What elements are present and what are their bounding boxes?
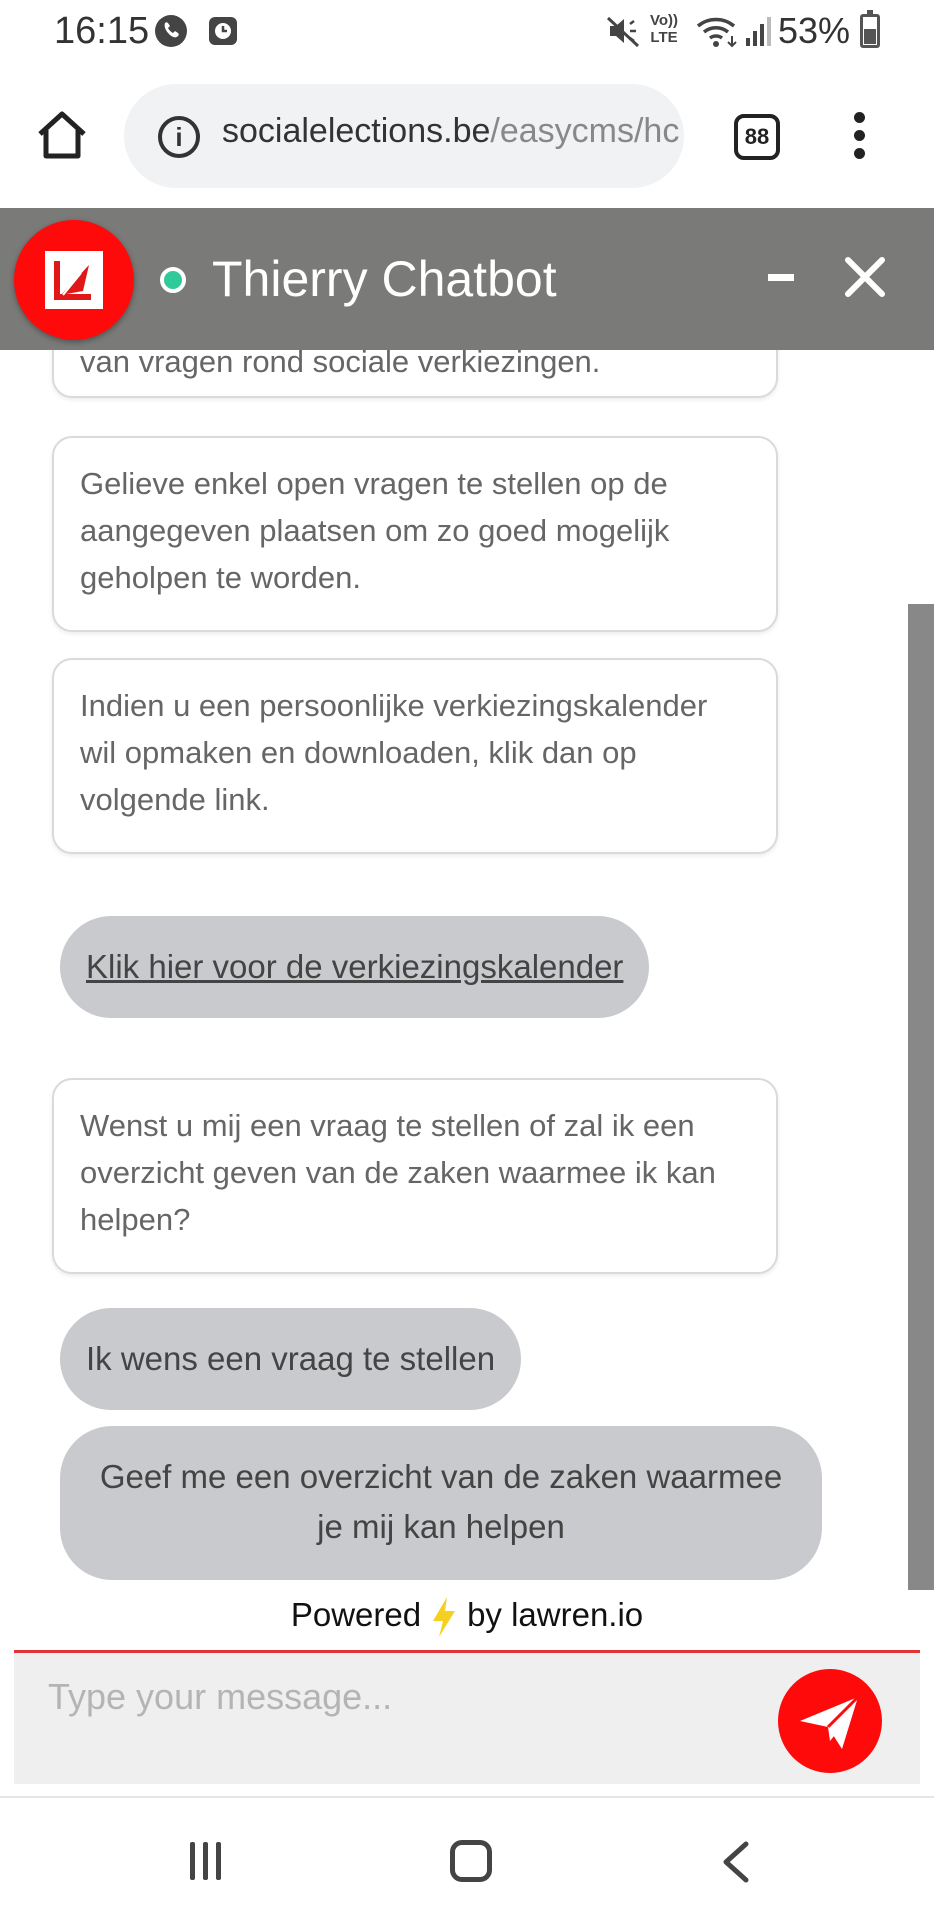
url-path: /easycms/hc bbox=[490, 112, 680, 150]
minimize-button[interactable] bbox=[768, 274, 794, 281]
phone-icon bbox=[155, 15, 187, 47]
chat-title: Thierry Chatbot bbox=[212, 251, 557, 307]
address-bar[interactable]: i socialelections.be/easycms/hc bbox=[124, 84, 684, 188]
bot-message: Wenst u mij een vraag te stellen of zal … bbox=[52, 1078, 778, 1274]
volte-icon: Vo)) LTE bbox=[650, 12, 679, 46]
status-bar: 16:15 Vo)) LTE 53% bbox=[0, 0, 934, 68]
browser-toolbar: i socialelections.be/easycms/hc 88 bbox=[0, 68, 934, 208]
close-icon[interactable] bbox=[840, 252, 890, 302]
system-nav-bar bbox=[0, 1796, 934, 1920]
online-status-dot bbox=[160, 267, 186, 293]
info-icon[interactable]: i bbox=[158, 116, 200, 158]
clock-icon bbox=[209, 17, 237, 45]
url-domain: socialelections.be bbox=[222, 112, 491, 150]
powered-prefix: Powered bbox=[290, 1596, 422, 1633]
chat-header: Thierry Chatbot bbox=[0, 208, 934, 350]
calendar-link-button[interactable]: Klik hier voor de verkiezingskalender bbox=[60, 916, 650, 1018]
chatbot-logo bbox=[14, 220, 134, 340]
scrollbar-thumb[interactable] bbox=[908, 604, 934, 1590]
lightning-bolt-icon bbox=[433, 1597, 456, 1638]
powered-suffix[interactable]: by lawren.io bbox=[467, 1596, 643, 1633]
home-icon[interactable] bbox=[36, 108, 88, 160]
send-button[interactable] bbox=[778, 1669, 882, 1773]
recent-apps-icon[interactable] bbox=[190, 1842, 230, 1882]
ask-question-button[interactable]: Ik wens een vraag te stellen bbox=[60, 1308, 522, 1410]
more-menu-icon[interactable] bbox=[852, 112, 866, 164]
signal-icon bbox=[746, 17, 771, 46]
overview-button[interactable]: Geef me een overzicht van de zaken waarm… bbox=[60, 1426, 822, 1580]
bot-message: Gelieve enkel open vragen te stellen op … bbox=[52, 436, 778, 632]
status-time: 16:15 bbox=[54, 10, 150, 52]
tab-switcher-button[interactable]: 88 bbox=[734, 114, 780, 160]
wifi-icon bbox=[696, 17, 737, 48]
powered-by: Powered by lawren.io bbox=[0, 1590, 934, 1650]
send-icon bbox=[800, 1695, 860, 1749]
url-text[interactable]: socialelections.be/easycms/hc bbox=[222, 112, 679, 151]
bot-message: van vragen rond sociale verkiezingen. bbox=[52, 350, 778, 398]
back-icon[interactable] bbox=[716, 1840, 756, 1884]
battery-icon bbox=[860, 10, 880, 48]
message-input[interactable] bbox=[48, 1667, 748, 1727]
bot-message: Indien u een persoonlijke verkiezingskal… bbox=[52, 658, 778, 854]
home-button-icon[interactable] bbox=[450, 1840, 492, 1882]
mute-icon bbox=[606, 16, 640, 48]
scrollbar-track[interactable] bbox=[908, 350, 934, 1590]
battery-percent: 53% bbox=[777, 10, 850, 51]
chat-messages[interactable]: van vragen rond sociale verkiezingen. Ge… bbox=[0, 350, 934, 1590]
logo-mark-icon bbox=[54, 261, 91, 300]
message-composer bbox=[14, 1650, 920, 1784]
